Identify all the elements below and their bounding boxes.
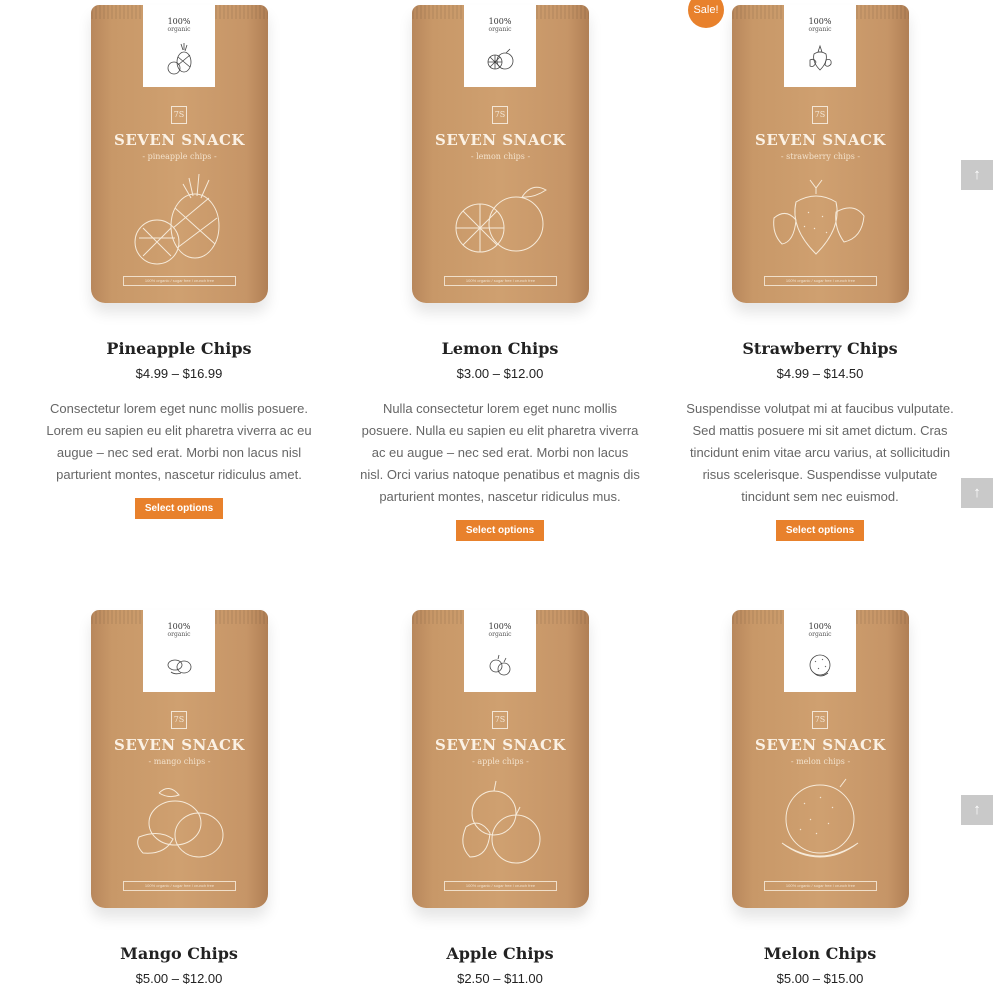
product-card-melon: 100% organic 7S SEVEN SNACK - melon chip…: [660, 605, 980, 988]
product-image[interactable]: 100% organic 7S SEVEN SNACK - lemon chip…: [340, 0, 660, 320]
product-image[interactable]: 100% organic 7S SEVEN SNACK - mango chip…: [19, 605, 339, 925]
product-title[interactable]: Melon Chips: [660, 943, 980, 965]
flavor-name: - apple chips -: [472, 757, 529, 766]
product-price: $5.00 – $12.00: [135, 971, 223, 986]
product-price: $3.00 – $12.00: [456, 366, 544, 381]
select-options-button[interactable]: Select options: [134, 498, 224, 519]
bag-label: 100% organic: [143, 5, 215, 87]
product-title[interactable]: Pineapple Chips: [19, 338, 339, 360]
scroll-to-top-button[interactable]: ↑: [961, 160, 993, 190]
bag-label: 100% organic: [143, 610, 215, 692]
brand-name: SEVEN SNACK: [114, 131, 245, 149]
product-image[interactable]: 100% organic 7S SEVEN SNACK - pineapple …: [19, 0, 339, 320]
fruit-illustration: [781, 778, 859, 858]
organic-percent: 100%: [167, 622, 191, 631]
bag-label: 100% organic: [784, 610, 856, 692]
select-options-button[interactable]: Select options: [775, 520, 865, 541]
brand-name: SEVEN SNACK: [114, 736, 245, 754]
brand-name: SEVEN SNACK: [435, 736, 566, 754]
arrow-up-icon: ↑: [973, 801, 981, 818]
organic-text: organic: [808, 631, 832, 638]
melon-icon: [809, 654, 831, 677]
brand-logo: 7S: [492, 711, 508, 729]
product-title[interactable]: Apple Chips: [340, 943, 660, 965]
snack-bag: 100% organic 7S SEVEN SNACK - lemon chip…: [412, 5, 589, 303]
fruit-illustration: [462, 780, 541, 864]
product-image[interactable]: 100% organic 7S SEVEN SNACK - strawberry…: [660, 0, 980, 320]
product-card-pineapple: 100% organic 7S SEVEN SNACK - pineapple …: [19, 0, 339, 519]
bag-label: 100% organic: [464, 610, 536, 692]
brand-name: SEVEN SNACK: [435, 131, 566, 149]
brand-logo: 7S: [812, 711, 828, 729]
bag-label: 100% organic: [464, 5, 536, 87]
organic-text: organic: [808, 26, 832, 33]
product-card-apple: 100% organic 7S SEVEN SNACK - apple chip…: [340, 605, 660, 988]
bag-footer: 100% organic / sugar free / crunch free: [123, 881, 236, 891]
lemon-icon: [487, 48, 514, 70]
pineapple-icon: [167, 43, 192, 75]
brand-logo: 7S: [492, 106, 508, 124]
select-options-button[interactable]: Select options: [455, 520, 545, 541]
product-price: $5.00 – $15.00: [776, 971, 864, 986]
brand-name: SEVEN SNACK: [755, 736, 886, 754]
organic-text: organic: [488, 631, 512, 638]
brand-logo: 7S: [171, 711, 187, 729]
product-card-strawberry: Sale! 100% organic 7S SEVEN SNACK - stra…: [660, 0, 980, 541]
scroll-to-top-button[interactable]: ↑: [961, 795, 993, 825]
brand-logo: 7S: [171, 106, 187, 124]
snack-bag: 100% organic 7S SEVEN SNACK - apple chip…: [412, 610, 589, 908]
product-title[interactable]: Strawberry Chips: [660, 338, 980, 360]
organic-percent: 100%: [167, 17, 191, 26]
product-price: $4.99 – $16.99: [135, 366, 223, 381]
snack-bag: 100% organic 7S SEVEN SNACK - strawberry…: [732, 5, 909, 303]
bag-footer: 100% organic / sugar free / crunch free: [123, 276, 236, 286]
product-price: $2.50 – $11.00: [457, 971, 543, 986]
scroll-to-top-button[interactable]: ↑: [961, 478, 993, 508]
apple-icon: [489, 654, 511, 676]
mango-icon: [167, 659, 192, 675]
organic-text: organic: [167, 26, 191, 33]
bag-footer: 100% organic / sugar free / crunch free: [764, 881, 877, 891]
product-description: Nulla consectetur lorem eget nunc mollis…: [360, 401, 640, 504]
brand-logo: 7S: [812, 106, 828, 124]
snack-bag: 100% organic 7S SEVEN SNACK - melon chip…: [732, 610, 909, 908]
organic-percent: 100%: [488, 17, 512, 26]
fruit-illustration: [773, 179, 865, 255]
product-title[interactable]: Lemon Chips: [340, 338, 660, 360]
flavor-name: - strawberry chips -: [780, 152, 861, 161]
brand-name: SEVEN SNACK: [755, 131, 886, 149]
snack-bag: 100% organic 7S SEVEN SNACK - mango chip…: [91, 610, 268, 908]
fruit-illustration: [455, 186, 547, 253]
product-description: Consectetur lorem eget nunc mollis posue…: [46, 401, 312, 482]
bag-label: 100% organic: [784, 5, 856, 87]
product-grid: 100% organic 7S SEVEN SNACK - pineapple …: [0, 0, 1000, 1000]
organic-percent: 100%: [808, 17, 832, 26]
product-image[interactable]: 100% organic 7S SEVEN SNACK - melon chip…: [660, 605, 980, 925]
organic-text: organic: [167, 631, 191, 638]
arrow-up-icon: ↑: [973, 484, 981, 501]
fruit-illustration: [137, 788, 224, 858]
strawberry-icon: [809, 44, 832, 71]
bag-footer: 100% organic / sugar free / crunch free: [444, 881, 557, 891]
product-image[interactable]: 100% organic 7S SEVEN SNACK - apple chip…: [340, 605, 660, 925]
snack-bag: 100% organic 7S SEVEN SNACK - pineapple …: [91, 5, 268, 303]
organic-percent: 100%: [488, 622, 512, 631]
arrow-up-icon: ↑: [973, 166, 981, 183]
flavor-name: - pineapple chips -: [142, 152, 217, 161]
product-card-lemon: 100% organic 7S SEVEN SNACK - lemon chip…: [340, 0, 660, 541]
flavor-name: - mango chips -: [148, 757, 211, 766]
product-description: Suspendisse volutpat mi at faucibus vulp…: [686, 401, 954, 504]
flavor-name: - lemon chips -: [470, 152, 531, 161]
product-title[interactable]: Mango Chips: [19, 943, 339, 965]
organic-percent: 100%: [808, 622, 832, 631]
bag-footer: 100% organic / sugar free / crunch free: [764, 276, 877, 286]
flavor-name: - melon chips -: [790, 757, 851, 766]
fruit-illustration: [134, 173, 220, 265]
bag-footer: 100% organic / sugar free / crunch free: [444, 276, 557, 286]
product-card-mango: 100% organic 7S SEVEN SNACK - mango chip…: [19, 605, 339, 988]
product-price: $4.99 – $14.50: [776, 366, 864, 381]
organic-text: organic: [488, 26, 512, 33]
